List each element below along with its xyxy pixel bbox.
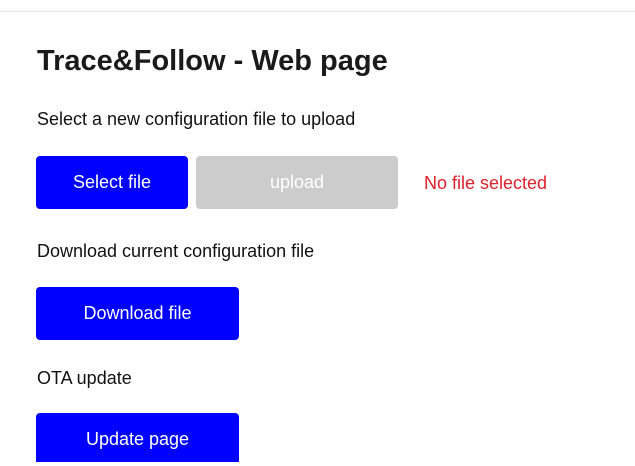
- page-title: Trace&Follow - Web page: [37, 45, 388, 77]
- upload-section-label: Select a new configuration file to uploa…: [37, 109, 356, 129]
- download-file-button[interactable]: Download file: [36, 287, 239, 340]
- select-file-button[interactable]: Select file: [36, 156, 188, 209]
- download-section-label: Download current configuration file: [37, 241, 315, 261]
- upload-button[interactable]: upload: [196, 156, 398, 209]
- top-divider: [0, 11, 635, 12]
- update-page-button[interactable]: Update page: [36, 413, 239, 462]
- file-status-text: No file selected: [424, 173, 548, 193]
- ota-section-label: OTA update: [37, 368, 132, 388]
